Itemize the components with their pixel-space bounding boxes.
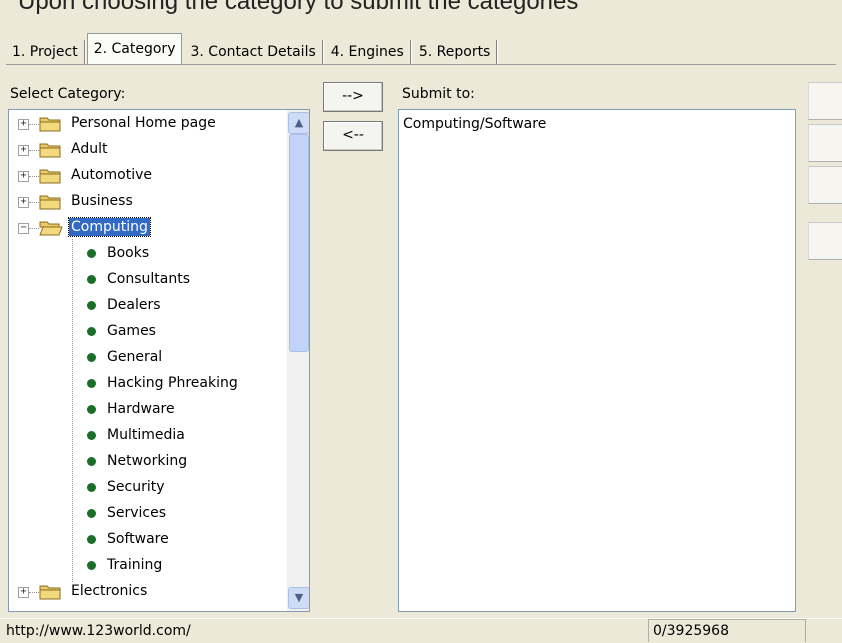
tree-subitem-multimedia[interactable]: Multimedia [9, 424, 281, 450]
side-button[interactable] [808, 124, 842, 162]
folder-icon [39, 583, 63, 600]
folder-icon [39, 193, 63, 210]
expand-icon[interactable]: + [18, 587, 29, 598]
tree-subitem-general[interactable]: General [9, 346, 281, 372]
folder-icon [39, 141, 63, 158]
bullet-icon [87, 379, 96, 388]
bullet-icon [87, 561, 96, 570]
select-category-label: Select Category: [10, 86, 126, 102]
scroll-thumb[interactable] [289, 134, 309, 352]
tree-subitem-services[interactable]: Services [9, 502, 281, 528]
tree-subitem-hardware[interactable]: Hardware [9, 398, 281, 424]
tree-item-personal-home-page[interactable]: + Personal Home page [9, 112, 281, 138]
folder-icon [39, 115, 63, 132]
status-count: 0/3925968 [648, 619, 806, 642]
folder-open-icon [39, 219, 63, 236]
tree-item-label-selected: Computing [68, 217, 151, 237]
side-button[interactable] [808, 166, 842, 204]
bullet-icon [87, 483, 96, 492]
tree-subitem-software[interactable]: Software [9, 528, 281, 554]
tab-strip: 1. Project 2. Category 3. Contact Detail… [6, 30, 499, 64]
bullet-icon [87, 535, 96, 544]
tree-subitem-security[interactable]: Security [9, 476, 281, 502]
submit-to-label: Submit to: [402, 86, 475, 102]
tree-subitem-dealers[interactable]: Dealers [9, 294, 281, 320]
status-url: http://www.123world.com/ [6, 623, 191, 639]
tree-rows: + Personal Home page + Adult + Automotiv… [9, 112, 281, 606]
submit-to-list[interactable]: Computing/Software [398, 109, 796, 612]
tree-item-electronics[interactable]: + Electronics [9, 580, 281, 606]
scroll-up-icon[interactable]: ▲ [288, 112, 309, 134]
tree-item-label: Electronics [71, 583, 148, 599]
side-button[interactable] [808, 222, 842, 260]
bullet-icon [87, 457, 96, 466]
tree-subitem-label: Networking [107, 453, 188, 469]
expand-icon[interactable]: + [18, 145, 29, 156]
collapse-icon[interactable]: − [18, 223, 29, 234]
category-tree[interactable]: + Personal Home page + Adult + Automotiv… [8, 109, 310, 612]
bullet-icon [87, 301, 96, 310]
status-bar: http://www.123world.com/ 0/3925968 [0, 618, 842, 643]
tab-project[interactable]: 1. Project [6, 40, 85, 64]
tree-subitem-books[interactable]: Books [9, 242, 281, 268]
tree-subitem-label: Multimedia [107, 427, 185, 443]
tree-subitem-label: Training [107, 557, 163, 573]
top-caption-strip: Upon choosing the category to submit the… [0, 0, 842, 18]
tree-scrollbar[interactable]: ▲ ▼ [287, 110, 309, 611]
add-category-button[interactable]: --> [323, 82, 383, 112]
tree-subitem-training[interactable]: Training [9, 554, 281, 580]
tab-reports[interactable]: 5. Reports [413, 40, 498, 64]
bullet-icon [87, 431, 96, 440]
remove-category-button[interactable]: <-- [323, 121, 383, 151]
folder-icon [39, 167, 63, 184]
expand-icon[interactable]: + [18, 171, 29, 182]
tree-subitem-label: General [107, 349, 163, 365]
tree-subitem-label: Games [107, 323, 156, 339]
tree-item-computing[interactable]: − Computing [9, 216, 281, 242]
tree-item-label: Automotive [71, 167, 152, 183]
tree-subitem-label: Security [107, 479, 165, 495]
bullet-icon [87, 249, 96, 258]
tree-item-adult[interactable]: + Adult [9, 138, 281, 164]
bullet-icon [87, 275, 96, 284]
tree-item-label: Business [71, 193, 133, 209]
tree-subitem-label: Dealers [107, 297, 161, 313]
tree-subitem-label: Consultants [107, 271, 190, 287]
tree-subitem-consultants[interactable]: Consultants [9, 268, 281, 294]
expand-icon[interactable]: + [18, 119, 29, 130]
tree-item-label: Adult [71, 141, 108, 157]
tab-contact-details[interactable]: 3. Contact Details [184, 40, 323, 64]
scroll-down-icon[interactable]: ▼ [288, 587, 309, 609]
bullet-icon [87, 353, 96, 362]
top-caption: Upon choosing the category to submit the… [18, 0, 579, 15]
tree-item-label: Personal Home page [71, 115, 216, 131]
bullet-icon [87, 509, 96, 518]
tab-divider [6, 64, 836, 65]
tree-item-business[interactable]: + Business [9, 190, 281, 216]
tree-subitem-label: Hacking Phreaking [107, 375, 238, 391]
side-button[interactable] [808, 82, 842, 120]
tree-subitem-games[interactable]: Games [9, 320, 281, 346]
tree-item-automotive[interactable]: + Automotive [9, 164, 281, 190]
bullet-icon [87, 405, 96, 414]
tab-engines[interactable]: 4. Engines [325, 40, 411, 64]
tree-subitem-hacking-phreaking[interactable]: Hacking Phreaking [9, 372, 281, 398]
tree-subitem-networking[interactable]: Networking [9, 450, 281, 476]
submit-list-item[interactable]: Computing/Software [403, 116, 546, 132]
tree-subitem-label: Books [107, 245, 150, 261]
tree-subitem-label: Services [107, 505, 167, 521]
tree-subitem-label: Software [107, 531, 169, 547]
tree-subitem-label: Hardware [107, 401, 175, 417]
bullet-icon [87, 327, 96, 336]
tab-category[interactable]: 2. Category [86, 33, 183, 64]
expand-icon[interactable]: + [18, 197, 29, 208]
